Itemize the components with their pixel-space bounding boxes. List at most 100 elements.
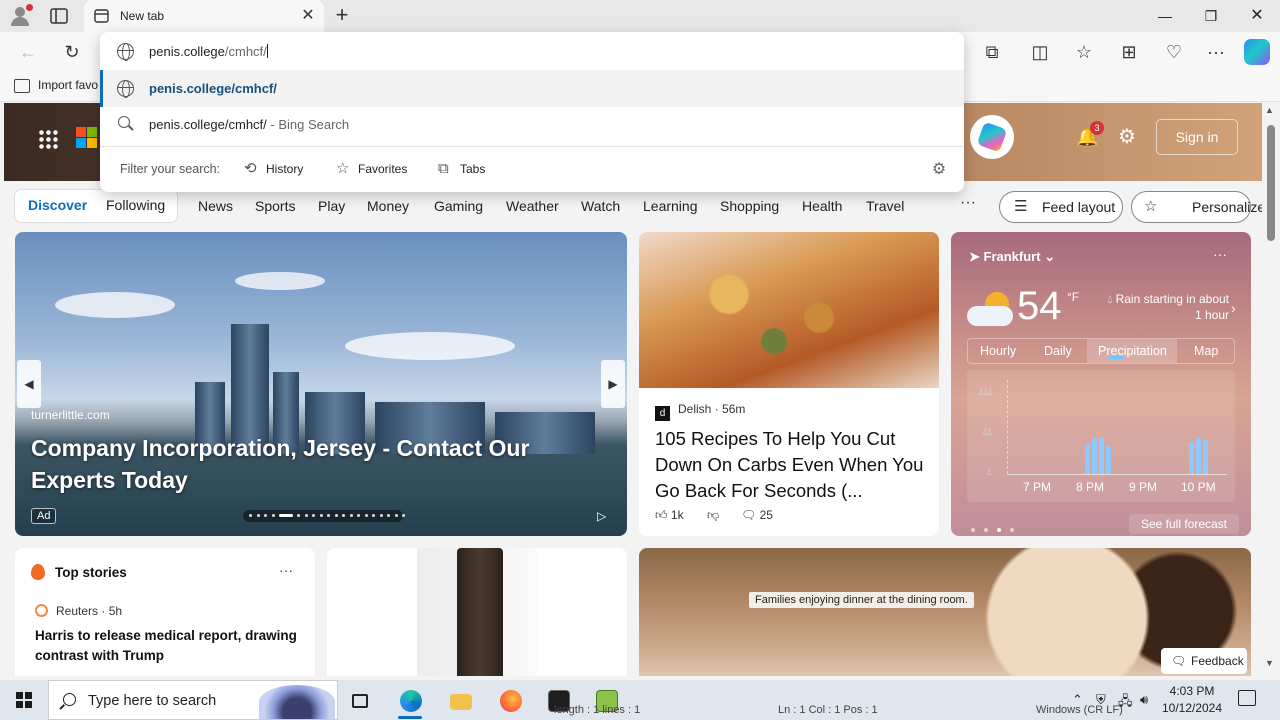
ad-headline[interactable]: Company Incorporation, Jersey - Contact … — [31, 432, 591, 496]
tab-title: New tab — [120, 9, 165, 23]
scroll-thumb[interactable] — [1267, 125, 1275, 241]
weather-pager[interactable] — [971, 520, 1023, 535]
tab-discover[interactable]: Discover — [28, 197, 87, 213]
address-bar[interactable]: penis.college/cmhcf/ — [100, 33, 964, 70]
copilot-icon[interactable] — [1244, 39, 1270, 65]
network-icon[interactable]: 🖧︎ — [1118, 692, 1133, 714]
nav-play[interactable]: Play — [318, 198, 345, 214]
chevron-up-icon[interactable]: ⌃ — [1072, 692, 1083, 708]
nav-gaming[interactable]: Gaming — [434, 198, 483, 214]
minimize-button[interactable]: — — [1142, 0, 1188, 32]
browser-essentials-icon[interactable]: ♡ — [1160, 38, 1188, 66]
precip-bar — [1196, 438, 1201, 474]
close-tab-icon[interactable]: ✕ — [298, 6, 318, 26]
edge-taskbar-icon[interactable] — [390, 684, 430, 720]
carousel-next-button[interactable]: ▶ — [601, 360, 625, 408]
back-button[interactable]: ← — [14, 38, 42, 66]
tab-actions-icon[interactable] — [50, 8, 68, 24]
personalize-button[interactable]: ☆ Personalize — [1131, 191, 1262, 223]
precip-bar — [1189, 442, 1194, 474]
extensions-icon[interactable]: ⧉ — [978, 38, 1006, 66]
settings-more-button[interactable]: ··· — [1202, 38, 1230, 66]
security-icon[interactable]: ⛨ — [1096, 692, 1106, 708]
page-scrollbar[interactable]: ▲ ▼ — [1262, 103, 1280, 676]
top-stories-more-button[interactable]: ··· — [279, 562, 293, 578]
split-screen-icon[interactable]: ◫ — [1026, 38, 1054, 66]
gear-icon[interactable]: ⚙ — [930, 161, 948, 179]
filter-tabs-button[interactable]: ⧉ Tabs — [436, 154, 485, 184]
favorites-star-icon[interactable]: ☆ — [1070, 38, 1098, 66]
microsoft-logo — [76, 127, 98, 149]
dining-card[interactable]: Families enjoying dinner at the dining r… — [639, 548, 1251, 676]
article-headline[interactable]: 105 Recipes To Help You Cut Down On Carb… — [655, 426, 927, 504]
copilot-logo[interactable] — [970, 115, 1014, 159]
app-launcher-icon[interactable] — [38, 129, 58, 149]
sign-in-button[interactable]: Sign in — [1156, 119, 1238, 155]
carousel-dot — [271, 514, 275, 517]
tab-new-tab[interactable]: New tab ✕ — [84, 0, 324, 32]
feedback-button[interactable]: 🗨︎ Feedback — [1161, 648, 1247, 674]
nav-money[interactable]: Money — [367, 198, 409, 214]
delish-logo: d — [655, 406, 670, 421]
tab-hourly[interactable]: Hourly — [980, 344, 1016, 358]
nav-more-button[interactable]: ··· — [960, 194, 976, 212]
temperature: 54 — [1017, 284, 1062, 328]
task-view-icon[interactable] — [340, 684, 380, 720]
like-button[interactable]: 👍︎ 1k — [655, 508, 684, 523]
hero-ad-card[interactable]: ◀ ▶ turnerlittle.com Company Incorporati… — [15, 232, 627, 536]
nav-news[interactable]: News — [198, 198, 233, 214]
feed-layout-button[interactable]: ☰ Feed layout — [999, 191, 1123, 223]
nav-learning[interactable]: Learning — [643, 198, 698, 214]
nav-sports[interactable]: Sports — [255, 198, 295, 214]
ad-choices-icon[interactable]: ▷ — [597, 509, 606, 523]
system-clock[interactable]: 4:03 PM 10/12/2024 — [1156, 683, 1228, 717]
maximize-button[interactable]: ❐ — [1188, 0, 1234, 32]
new-tab-button[interactable]: + — [330, 4, 354, 28]
settings-gear-icon[interactable]: ⚙ — [1116, 126, 1138, 148]
weather-location[interactable]: ➤ Frankfurt ⌄ — [969, 249, 1055, 265]
carousel-prev-button[interactable]: ◀ — [17, 360, 41, 408]
notification-center-icon[interactable] — [1238, 690, 1256, 706]
cloud — [345, 332, 515, 360]
see-full-forecast-link[interactable]: See full forecast — [1129, 514, 1239, 534]
carousel-dot — [256, 514, 260, 517]
tab-following[interactable]: Following — [106, 197, 165, 213]
fashion-card[interactable] — [327, 548, 627, 676]
address-bar-dropdown: penis.college/cmhcf/ penis.college/cmhcf… — [100, 32, 964, 192]
nav-health[interactable]: Health — [802, 198, 842, 214]
suggestion-search[interactable]: penis.college/cmhcf/ - Bing Search — [100, 106, 964, 143]
trousers-image — [457, 548, 503, 676]
import-favorites-link[interactable]: Import favo — [38, 78, 98, 92]
scroll-up-arrow[interactable]: ▲ — [1265, 105, 1274, 115]
carousel-dots[interactable] — [243, 510, 405, 522]
close-window-button[interactable]: ✕ — [1234, 0, 1280, 32]
reload-button[interactable]: ↻ — [58, 38, 86, 66]
temperature-unit[interactable]: °F — [1067, 290, 1079, 304]
nav-shopping[interactable]: Shopping — [720, 198, 779, 214]
firefox-icon[interactable] — [490, 684, 530, 720]
nav-travel[interactable]: Travel — [866, 198, 904, 214]
dislike-button[interactable]: 👎︎ — [707, 508, 719, 523]
weather-more-button[interactable]: ··· — [1213, 246, 1227, 262]
tab-daily[interactable]: Daily — [1044, 344, 1072, 358]
filter-favorites-button[interactable]: ☆ Favorites — [334, 154, 407, 184]
tab-map[interactable]: Map — [1194, 344, 1218, 358]
address-input[interactable]: penis.college/cmhcf/ — [149, 44, 268, 59]
collections-icon[interactable]: ⊞ — [1115, 38, 1143, 66]
scroll-down-arrow[interactable]: ▼ — [1265, 658, 1274, 668]
volume-icon[interactable]: 🔊︎ — [1140, 692, 1148, 708]
taskbar-search-box[interactable]: Type here to search — [48, 680, 338, 720]
weather-card[interactable]: ➤ Frankfurt ⌄ ··· 54 °F 💧︎ Rain starting… — [951, 232, 1251, 536]
nav-watch[interactable]: Watch — [581, 198, 620, 214]
suggestion-url[interactable]: penis.college/cmhcf/ — [100, 70, 964, 107]
file-explorer-icon[interactable] — [440, 684, 480, 720]
filter-history-button[interactable]: ⟲ History — [242, 154, 303, 184]
recipe-card[interactable]: d Delish · 56m 105 Recipes To Help You Cu… — [639, 232, 939, 536]
new-tab-page-icon — [94, 9, 109, 23]
story-headline[interactable]: Harris to release medical report, drawin… — [35, 626, 301, 666]
nav-weather[interactable]: Weather — [506, 198, 559, 214]
chevron-right-icon[interactable]: › — [1231, 300, 1236, 316]
profile-icon[interactable] — [8, 4, 34, 28]
windows-start-icon[interactable] — [16, 692, 32, 708]
comments-button[interactable]: 🗨︎ 25 — [741, 508, 773, 522]
